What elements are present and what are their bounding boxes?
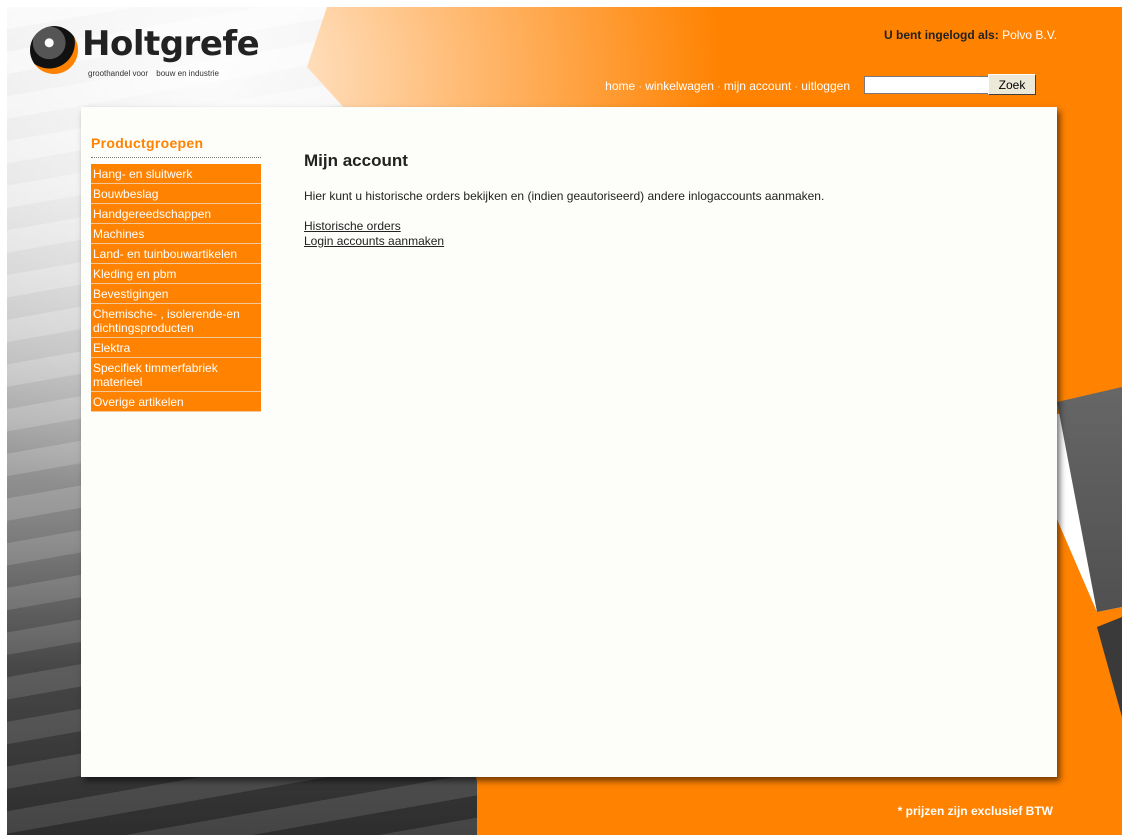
- category-chemische-producten[interactable]: Chemische- , isolerende-en dichtingsprod…: [91, 304, 261, 338]
- main-panel: Productgroepen Hang- en sluitwerk Bouwbe…: [81, 107, 1057, 777]
- category-kleding-en-pbm[interactable]: Kleding en pbm: [91, 264, 261, 284]
- login-label: U bent ingelogd als:: [884, 28, 999, 42]
- main-content: Mijn account Hier kunt u historische ord…: [304, 151, 1024, 249]
- price-note: * prijzen zijn exclusief BTW: [897, 804, 1053, 818]
- nav-winkelwagen[interactable]: winkelwagen: [645, 79, 714, 93]
- nav-separator: ·: [794, 79, 799, 93]
- search-input[interactable]: [864, 76, 992, 94]
- sidebar: Productgroepen Hang- en sluitwerk Bouwbe…: [91, 135, 261, 412]
- nav-uitloggen[interactable]: uitloggen: [801, 79, 850, 93]
- category-bevestigingen[interactable]: Bevestigingen: [91, 284, 261, 304]
- category-overige-artikelen[interactable]: Overige artikelen: [91, 392, 261, 412]
- logo[interactable]: Holtgrefe groothandel voor bouw en indus…: [30, 22, 260, 82]
- nav-mijn-account[interactable]: mijn account: [724, 79, 791, 93]
- intro-text: Hier kunt u historische orders bekijken …: [304, 189, 825, 203]
- page-title: Mijn account: [304, 151, 408, 170]
- logo-subtitle-right: bouw en industrie: [156, 69, 219, 78]
- category-timmerfabriek-materieel[interactable]: Specifiek timmerfabriek materieel: [91, 358, 261, 392]
- search-button[interactable]: Zoek: [988, 74, 1036, 95]
- category-bouwbeslag[interactable]: Bouwbeslag: [91, 184, 261, 204]
- category-land-en-tuinbouwartikelen[interactable]: Land- en tuinbouwartikelen: [91, 244, 261, 264]
- nav-separator: ·: [638, 79, 643, 93]
- top-navigation: home · winkelwagen · mijn account · uitloggen: [605, 79, 850, 93]
- category-handgereedschappen[interactable]: Handgereedschappen: [91, 204, 261, 224]
- logo-subtitle: groothandel voor bouw en industrie: [88, 69, 225, 78]
- logo-text: Holtgrefe: [82, 24, 260, 64]
- nav-home[interactable]: home: [605, 79, 635, 93]
- historische-orders-link[interactable]: Historische orders: [304, 219, 1024, 234]
- sidebar-title: Productgroepen: [91, 135, 261, 158]
- login-info: U bent ingelogd als: Polvo B.V.: [884, 28, 1057, 42]
- category-machines[interactable]: Machines: [91, 224, 261, 244]
- logo-icon: [30, 26, 78, 74]
- login-accounts-aanmaken-link[interactable]: Login accounts aanmaken: [304, 234, 1024, 249]
- category-hang-en-sluitwerk[interactable]: Hang- en sluitwerk: [91, 164, 261, 184]
- logo-subtitle-left: groothandel voor: [88, 69, 149, 78]
- login-user: Polvo B.V.: [1002, 28, 1057, 42]
- nav-separator: ·: [716, 79, 721, 93]
- category-elektra[interactable]: Elektra: [91, 338, 261, 358]
